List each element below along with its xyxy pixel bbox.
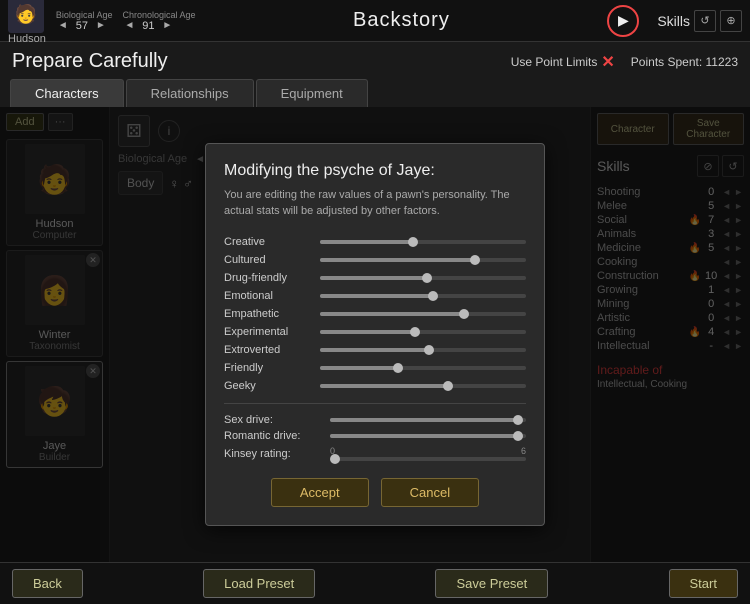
trait-geeky: Geeky <box>224 377 526 395</box>
load-preset-button[interactable]: Load Preset <box>203 569 315 598</box>
points-spent: Points Spent: 11223 <box>631 55 738 69</box>
tabs-row: Characters Relationships Equipment <box>0 73 750 107</box>
modal-cancel-button[interactable]: Cancel <box>381 478 479 507</box>
chron-age-label: Chronological Age <box>122 10 195 20</box>
skills-label: Skills <box>657 13 690 29</box>
skills-info-btn[interactable]: ⊕ <box>720 10 742 32</box>
trait-emotional: Emotional <box>224 287 526 305</box>
tab-characters[interactable]: Characters <box>10 79 124 107</box>
trait-creative: Creative <box>224 233 526 251</box>
start-button[interactable]: Start <box>669 569 738 598</box>
modal-title: Modifying the psyche of Jaye: <box>224 162 526 180</box>
top-bar: 🧑 Hudson Biological Age ◄ 57 ► Chronolog… <box>0 0 750 42</box>
use-point-limits: Use Point Limits ✕ <box>511 52 615 72</box>
bio-age-val: 57 <box>72 20 92 32</box>
sex-drive-label: Sex drive: <box>224 414 324 426</box>
use-point-limits-label: Use Point Limits <box>511 55 598 69</box>
chron-age-inc[interactable]: ► <box>160 20 174 31</box>
traits-list: Creative Cultured <box>224 233 526 395</box>
use-point-limits-toggle[interactable]: ✕ <box>601 52 614 72</box>
bio-age-section: Biological Age ◄ 57 ► <box>56 10 113 32</box>
modal-buttons: Accept Cancel <box>224 478 526 507</box>
chron-age-section: Chronological Age ◄ 91 ► <box>122 10 195 32</box>
main-area: Prepare Carefully Use Point Limits ✕ Poi… <box>0 42 750 562</box>
trait-extroverted: Extroverted <box>224 341 526 359</box>
trait-drug-friendly: Drug-friendly <box>224 269 526 287</box>
topbar-title: Backstory <box>206 9 598 32</box>
header-right: Use Point Limits ✕ Points Spent: 11223 <box>511 52 738 72</box>
chron-age-dec[interactable]: ◄ <box>122 20 136 31</box>
modal-accept-button[interactable]: Accept <box>271 478 369 507</box>
content-area: Add ··· 🧑 Hudson Computer 👩 Winter Taxon… <box>0 107 750 562</box>
kinsey-row: Kinsey rating: 0 6 <box>224 444 526 464</box>
bottom-bar: Back Load Preset Save Preset Start <box>0 562 750 604</box>
tab-equipment[interactable]: Equipment <box>256 79 368 107</box>
back-button[interactable]: Back <box>12 569 83 598</box>
modal-overlay: Modifying the psyche of Jaye: You are ed… <box>0 107 750 562</box>
bio-age-inc[interactable]: ► <box>94 20 108 31</box>
trait-cultured: Cultured <box>224 251 526 269</box>
bio-age-label: Biological Age <box>56 10 113 20</box>
romantic-drive-row: Romantic drive: <box>224 428 526 444</box>
kinsey-max: 6 <box>521 446 526 456</box>
psyche-modal: Modifying the psyche of Jaye: You are ed… <box>205 143 545 526</box>
romantic-drive-label: Romantic drive: <box>224 430 324 442</box>
kinsey-label: Kinsey rating: <box>224 448 324 460</box>
sex-drive-row: Sex drive: <box>224 412 526 428</box>
bio-age-dec[interactable]: ◄ <box>56 20 70 31</box>
tab-relationships[interactable]: Relationships <box>126 79 254 107</box>
play-circle-icon[interactable]: ▶ <box>607 5 639 37</box>
modal-desc: You are editing the raw values of a pawn… <box>224 188 526 219</box>
skills-reset-btn[interactable]: ↺ <box>694 10 716 32</box>
chron-age-val: 91 <box>138 20 158 32</box>
prepare-header: Prepare Carefully Use Point Limits ✕ Poi… <box>0 42 750 73</box>
trait-empathetic: Empathetic <box>224 305 526 323</box>
divider <box>224 403 526 404</box>
prepare-title: Prepare Carefully <box>12 50 168 73</box>
trait-friendly: Friendly <box>224 359 526 377</box>
trait-experimental: Experimental <box>224 323 526 341</box>
topbar-avatar: 🧑 <box>8 0 44 33</box>
save-preset-button[interactable]: Save Preset <box>435 569 548 598</box>
